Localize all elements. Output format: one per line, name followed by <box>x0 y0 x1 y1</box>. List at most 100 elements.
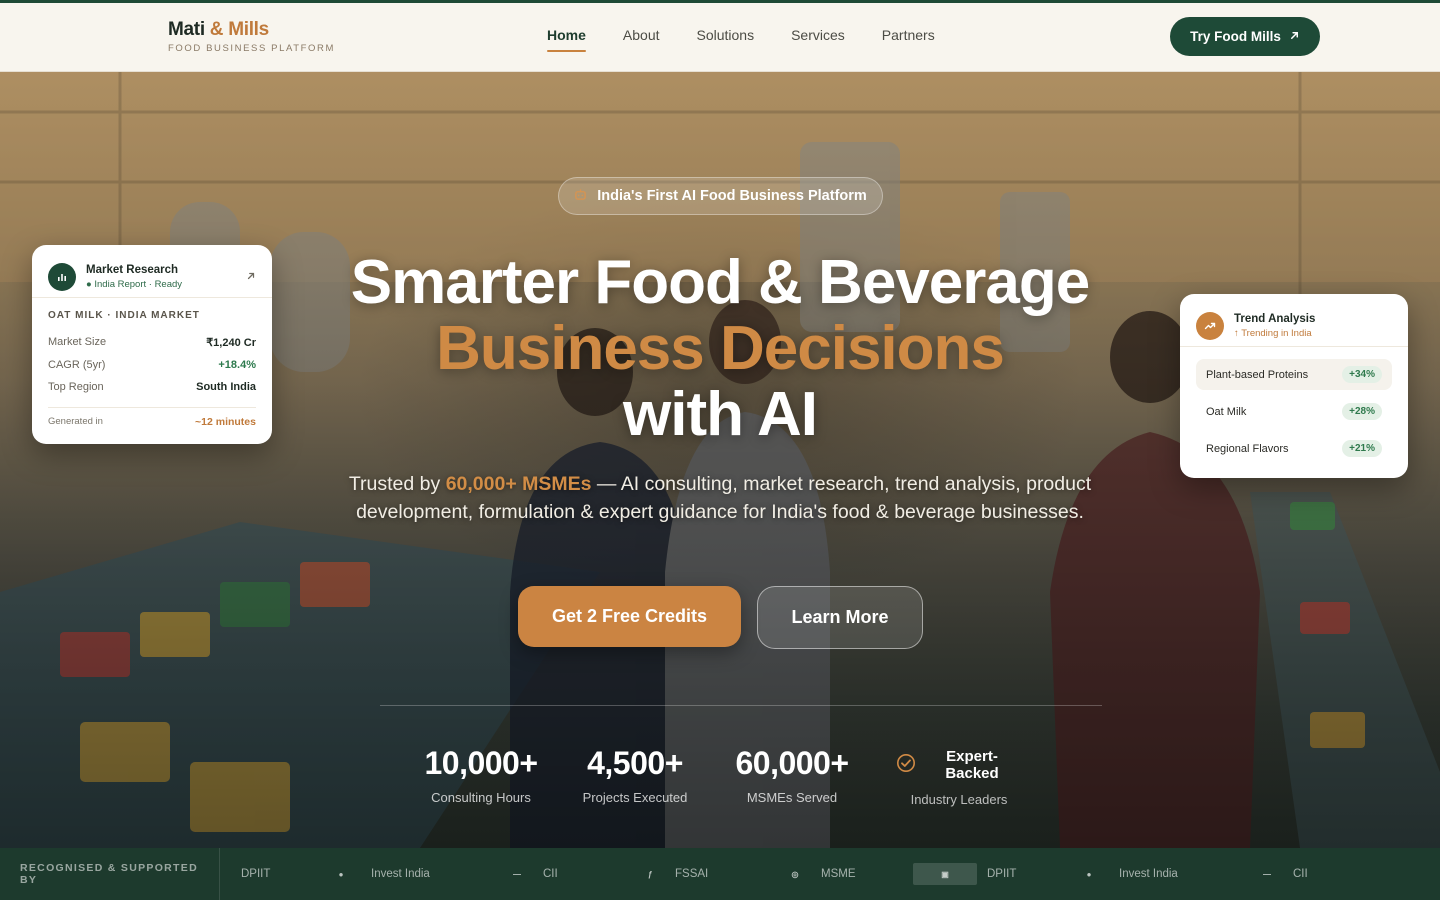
nav-link-solutions[interactable]: Solutions <box>697 27 755 43</box>
market-card-status: ● India Report · Ready <box>86 279 183 290</box>
nav-link-about[interactable]: About <box>623 27 660 43</box>
trend-value-badge: +34% <box>1342 366 1382 383</box>
invest-india-logo-icon: ● <box>338 869 344 879</box>
market-card-title: Market Research <box>86 264 179 276</box>
arrow-up-right-icon <box>1289 29 1300 44</box>
trend-value-badge: +21% <box>1342 440 1382 457</box>
row-key: Market Size <box>48 336 107 349</box>
row-key: CAGR (5yr) <box>48 358 106 371</box>
cii-logo-icon: — <box>513 869 521 879</box>
footer-value: ~12 minutes <box>195 415 256 428</box>
stat-value: 60,000+ <box>735 745 849 781</box>
dpiit-logo-icon: ▣ <box>913 863 977 885</box>
row-key: Top Region <box>48 381 104 394</box>
stats-divider <box>380 705 1102 706</box>
row-value: South India <box>196 381 256 394</box>
trend-item[interactable]: Regional Flavors +21% <box>1196 433 1392 464</box>
stat-value: 4,500+ <box>587 745 683 781</box>
platform-pill: India's First AI Food Business Platform <box>558 177 883 215</box>
partner-name: Invest India <box>371 868 430 880</box>
trend-list: Plant-based Proteins +34% Oat Milk +28% … <box>1180 347 1408 478</box>
market-row-region: Top Region South India <box>48 376 256 399</box>
top-accent-line <box>0 0 1440 3</box>
partner-logo[interactable]: DPIIT <box>241 848 270 900</box>
partner-name: DPIIT <box>987 868 1017 880</box>
brand-name-primary: Mati <box>168 19 205 40</box>
partners-strip: RECOGNISED & SUPPORTED BY DPIIT ● Invest… <box>0 848 1440 900</box>
trend-analysis-card[interactable]: Trend Analysis ↑ Trending in India Plant… <box>1180 294 1408 478</box>
cii-logo-icon: — <box>1263 869 1271 879</box>
partner-name: CII <box>543 868 558 880</box>
partner-logo[interactable]: — CII <box>501 848 558 900</box>
expert-backed-label: Industry Leaders <box>910 792 1008 807</box>
trending-up-icon <box>1196 312 1224 340</box>
market-row-size: Market Size ₹1,240 Cr <box>48 331 256 354</box>
stat-label: Projects Executed <box>582 790 688 805</box>
footer-key: Generated in <box>48 415 103 427</box>
trend-name: Regional Flavors <box>1206 442 1289 455</box>
partner-name: Invest India <box>1119 868 1178 880</box>
nav-link-services[interactable]: Services <box>791 27 845 43</box>
trend-card-title: Trend Analysis <box>1234 313 1316 325</box>
partner-logo-track: DPIIT ● Invest India — CII ƒ FSSAI ◎ MSM… <box>221 848 1440 900</box>
arrow-up-right-icon[interactable] <box>246 270 256 284</box>
brand-name-accent: & Mills <box>209 19 269 40</box>
partner-logo[interactable]: ▣ DPIIT <box>913 848 1016 900</box>
bar-chart-icon <box>48 263 76 291</box>
market-research-card[interactable]: Market Research ● India Report · Ready O… <box>32 245 272 444</box>
market-row-cagr: CAGR (5yr) +18.4% <box>48 354 256 377</box>
trend-value-badge: +28% <box>1342 403 1382 420</box>
expert-backed-badge: Expert-Backed Industry Leaders <box>896 748 1022 807</box>
stat-projects-executed: 4,500+ Projects Executed <box>579 745 691 805</box>
expert-backed-title: Expert-Backed <box>945 748 999 782</box>
hero-subtitle: Trusted by 60,000+ MSMEs — AI consulting… <box>330 470 1110 526</box>
partner-name: MSME <box>821 868 856 880</box>
brand-tagline: FOOD BUSINESS PLATFORM <box>168 43 335 54</box>
robot-icon <box>574 188 587 205</box>
market-card-footer: Generated in ~12 minutes <box>48 406 256 428</box>
row-value: ₹1,240 Cr <box>206 336 256 349</box>
partner-name: CII <box>1293 868 1308 880</box>
nav-link-partners[interactable]: Partners <box>882 27 935 43</box>
navbar: Mati & Mills FOOD BUSINESS PLATFORM Home… <box>0 3 1440 72</box>
stat-label: MSMEs Served <box>746 790 838 805</box>
partner-name: DPIIT <box>241 868 271 880</box>
market-card-section: OAT MILK · INDIA MARKET <box>48 310 200 321</box>
try-food-mills-button[interactable]: Try Food Mills <box>1170 17 1320 56</box>
brand-logo[interactable]: Mati & Mills FOOD BUSINESS PLATFORM <box>168 19 335 54</box>
stat-consulting-hours: 10,000+ Consulting Hours <box>420 745 542 805</box>
main-nav: Home About Solutions Services Partners <box>547 27 935 52</box>
platform-pill-label: India's First AI Food Business Platform <box>597 188 867 204</box>
row-value: +18.4% <box>218 358 256 371</box>
market-card-header: Market Research ● India Report · Ready <box>32 245 272 298</box>
partner-logo[interactable]: ● Invest India <box>1069 848 1178 900</box>
check-circle-icon <box>896 753 916 777</box>
brand-name: Mati & Mills <box>168 19 335 41</box>
partner-logo[interactable]: — CII <box>1251 848 1308 900</box>
nav-link-home[interactable]: Home <box>547 27 586 52</box>
try-food-mills-label: Try Food Mills <box>1190 29 1281 44</box>
msme-emblem-icon: ◎ <box>791 869 799 879</box>
trend-item[interactable]: Plant-based Proteins +34% <box>1196 359 1392 390</box>
subtitle-prefix: Trusted by <box>348 473 446 495</box>
fssai-logo-icon: ƒ <box>647 869 653 879</box>
subtitle-highlight: 60,000+ MSMEs <box>445 473 592 495</box>
stat-value: 10,000+ <box>424 745 538 781</box>
trend-name: Plant-based Proteins <box>1206 368 1309 381</box>
market-card-body: OAT MILK · INDIA MARKET Market Size ₹1,2… <box>32 298 272 440</box>
get-free-credits-button[interactable]: Get 2 Free Credits <box>518 586 741 647</box>
trend-card-header: Trend Analysis ↑ Trending in India <box>1180 294 1408 347</box>
partners-label: RECOGNISED & SUPPORTED BY <box>0 848 220 900</box>
hero-section: India's First AI Food Business Platform … <box>0 72 1440 848</box>
partner-name: FSSAI <box>675 868 709 880</box>
learn-more-button[interactable]: Learn More <box>757 586 923 649</box>
stat-msmes-served: 60,000+ MSMEs Served <box>727 745 857 805</box>
partner-logo[interactable]: ƒ FSSAI <box>635 848 708 900</box>
invest-india-logo-icon: ● <box>1086 869 1092 879</box>
stat-label: Consulting Hours <box>431 790 531 805</box>
trend-name: Oat Milk <box>1206 405 1247 418</box>
partner-logo[interactable]: ● Invest India <box>321 848 430 900</box>
trend-item[interactable]: Oat Milk +28% <box>1196 396 1392 427</box>
partner-logo[interactable]: ◎ MSME <box>779 848 856 900</box>
trend-card-subtitle: ↑ Trending in India <box>1234 328 1312 339</box>
